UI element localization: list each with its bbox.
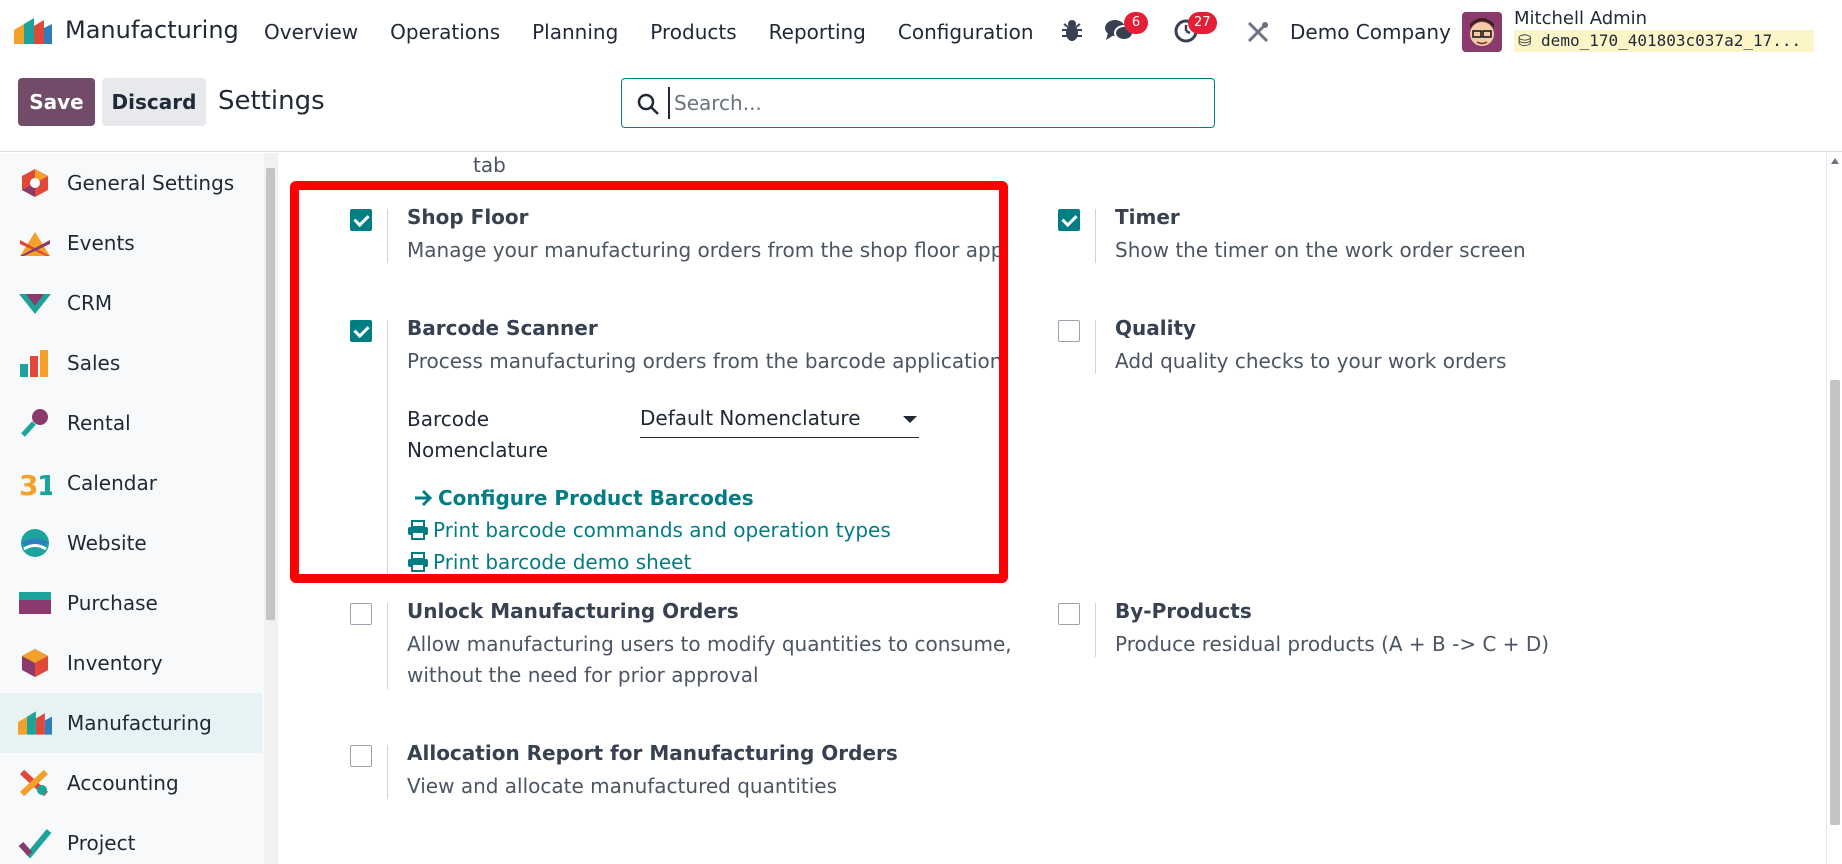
control-panel: Save Discard Settings [0,64,1842,152]
purchase-icon [19,592,51,614]
sidebar-item-calendar[interactable]: 3 1 Calendar [0,453,262,513]
unlock-mo-title: Unlock Manufacturing Orders [407,599,739,623]
user-avatar[interactable] [1462,12,1502,52]
settings-content: tab Shop Floor Manage your manufacturing… [278,153,1826,864]
barcode-scanner-checkbox[interactable] [350,320,372,342]
company-switcher[interactable]: Demo Company [1290,20,1451,44]
main-menu: Overview Operations Planning Products Re… [264,0,1066,64]
allocation-report-title: Allocation Report for Manufacturing Orde… [407,741,898,765]
sales-icon [20,350,48,377]
inventory-icon [22,649,48,677]
sidebar-item-crm[interactable]: CRM [0,273,262,333]
shop-floor-description: Manage your manufacturing orders from th… [407,238,1004,262]
search-box[interactable] [621,78,1215,128]
menu-operations[interactable]: Operations [390,20,500,44]
print-barcode-commands-link[interactable]: Print barcode commands and operation typ… [407,518,891,542]
barcode-nomenclature-row: Barcode Nomenclature Default Nomenclatur… [350,404,990,474]
menu-configuration[interactable]: Configuration [898,20,1034,44]
divider [1095,320,1096,374]
crm-icon [19,294,51,314]
barcode-nomenclature-select[interactable]: Default Nomenclature [640,404,919,438]
tab-text: tab [473,153,506,177]
manufacturing-app-icon[interactable] [14,18,52,44]
configure-product-barcodes-link[interactable]: Configure Product Barcodes [412,486,754,510]
website-icon [21,529,49,557]
divider [1095,209,1096,263]
discard-button[interactable]: Discard [102,78,206,126]
unlock-mo-description: Allow manufacturing users to modify quan… [407,632,1012,687]
sidebar-item-inventory[interactable]: Inventory [0,633,262,693]
general-settings-icon [22,169,48,197]
divider [387,603,388,689]
user-name[interactable]: Mitchell Admin [1514,8,1647,29]
tools-wrench-icon[interactable] [1246,20,1270,44]
events-icon [20,232,50,256]
sidebar-item-manufacturing[interactable]: Manufacturing [0,693,262,753]
menu-products[interactable]: Products [650,20,736,44]
top-navbar: Manufacturing Overview Operations Planni… [0,0,1842,64]
divider [1095,603,1096,657]
timer-checkbox[interactable] [1058,209,1080,231]
barcode-links: Configure Product Barcodes Print barcode… [350,480,1050,590]
quality-title: Quality [1115,316,1197,340]
manufacturing-icon [18,711,52,735]
barcode-scanner-description: Process manufacturing orders from the ba… [407,349,1003,373]
arrow-right-icon [415,489,433,507]
menu-overview[interactable]: Overview [264,20,358,44]
printer-icon [408,520,428,540]
allocation-report-checkbox[interactable] [350,745,372,767]
sidebar-item-accounting[interactable]: Accounting [0,753,262,813]
divider [387,745,388,799]
chevron-down-icon [903,416,917,423]
activities-count-badge: 27 [1188,12,1217,34]
svg-text:3: 3 [19,469,38,498]
barcode-scanner-title: Barcode Scanner [407,316,598,340]
by-products-checkbox[interactable] [1058,603,1080,625]
scroll-up-arrow-icon[interactable] [1830,157,1840,165]
by-products-description: Produce residual products (A + B -> C + … [1115,632,1550,656]
database-icon: ⛁ [1518,31,1532,50]
quality-checkbox[interactable] [1058,320,1080,342]
sidebar-item-website[interactable]: Website [0,513,262,573]
calendar-icon: 3 1 [19,469,52,498]
search-icon [637,93,659,115]
quality-description: Add quality checks to your work orders [1115,349,1507,373]
accounting-icon [19,769,49,797]
shop-floor-title: Shop Floor [407,205,529,229]
database-name: ⛁ demo_170_401803c037a2_17... [1514,30,1814,52]
menu-planning[interactable]: Planning [532,20,618,44]
project-icon [18,829,52,858]
sidebar-scrollbar-thumb[interactable] [266,168,275,620]
save-button[interactable]: Save [18,78,95,126]
debug-bug-icon[interactable] [1060,18,1084,44]
main-scrollbar-thumb[interactable] [1830,380,1840,825]
by-products-title: By-Products [1115,599,1252,623]
svg-text:1: 1 [37,469,52,498]
sidebar-item-rental[interactable]: Rental [0,393,262,453]
app-name[interactable]: Manufacturing [65,16,239,44]
unlock-mo-checkbox[interactable] [350,603,372,625]
timer-description: Show the timer on the work order screen [1115,238,1526,262]
allocation-report-description: View and allocate manufactured quantitie… [407,774,838,798]
print-barcode-demo-sheet-link[interactable]: Print barcode demo sheet [407,550,691,574]
printer-icon [408,552,428,572]
timer-title: Timer [1115,205,1180,229]
rental-icon [21,409,48,437]
sidebar-item-general-settings[interactable]: General Settings [0,153,262,213]
menu-reporting[interactable]: Reporting [769,20,866,44]
sidebar-item-project[interactable]: Project [0,813,262,864]
search-input[interactable] [668,87,1198,119]
messages-count-badge: 6 [1124,12,1148,34]
sidebar-item-events[interactable]: Events [0,213,262,273]
shop-floor-checkbox[interactable] [350,209,372,231]
barcode-nomenclature-label: Barcode Nomenclature [407,407,549,462]
sidebar-item-sales[interactable]: Sales [0,333,262,393]
settings-sidebar: General Settings Events CRM Sales Rental [0,153,264,864]
sidebar-item-purchase[interactable]: Purchase [0,573,262,633]
divider [387,209,388,263]
page-title: Settings [218,86,325,116]
